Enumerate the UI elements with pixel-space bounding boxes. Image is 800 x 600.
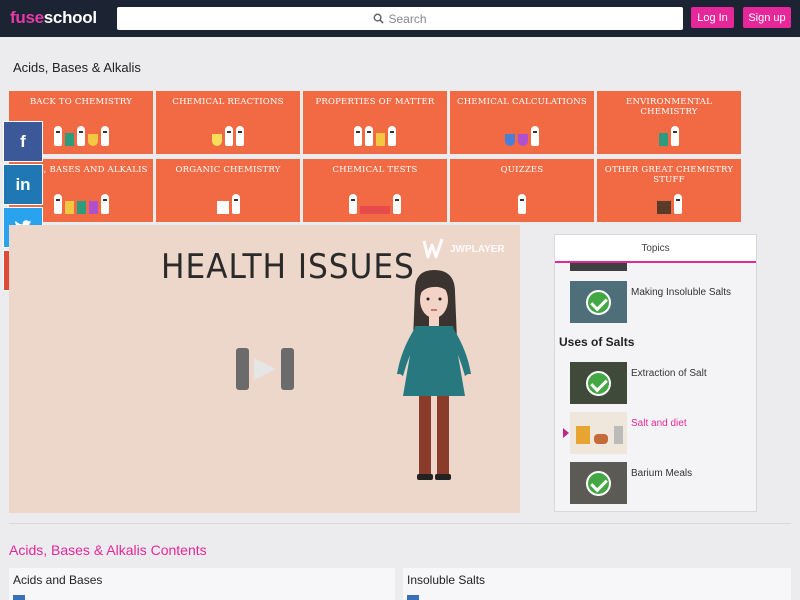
login-button[interactable]: Log In (691, 7, 734, 28)
category-label: Other Great Chemistry Stuff (604, 165, 734, 185)
girl-character-illustration (395, 270, 473, 480)
contents-column-insoluble-salts: Insoluble Salts (403, 568, 791, 600)
topic-item-salt-and-diet[interactable]: Salt and diet (555, 408, 756, 458)
category-label: Properties of Matter (315, 97, 435, 107)
search-placeholder: Search (388, 11, 427, 26)
fuseschool-logo[interactable]: fuseschool (10, 8, 97, 28)
topic-label: Salt and diet (631, 418, 687, 429)
section-divider (9, 523, 791, 524)
category-label: Chemical Calculations (457, 97, 587, 107)
category-label: Environmental Chemistry (626, 97, 712, 117)
linkedin-icon: in (15, 174, 31, 194)
characters-illustration (450, 120, 594, 146)
category-label: Organic Chemistry (175, 165, 281, 175)
topic-thumbnail (570, 412, 627, 454)
completed-check-icon (586, 290, 611, 315)
contents-heading: Acids, Bases & Alkalis Contents (9, 542, 207, 558)
contents-column-heading: Insoluble Salts (407, 573, 486, 587)
video-icon (13, 595, 25, 600)
completed-check-icon (586, 371, 611, 396)
topic-thumbnail (570, 362, 627, 404)
category-label: Back to Chemistry (29, 97, 133, 107)
characters-illustration (303, 120, 447, 146)
signup-button[interactable]: Sign up (743, 7, 791, 28)
characters-illustration (156, 120, 300, 146)
jwplayer-label: JWPLAYER (450, 243, 505, 255)
contents-column-heading: Acids and Bases (13, 573, 103, 587)
category-tile-other-chemistry-stuff[interactable]: Other Great Chemistry Stuff (597, 159, 741, 222)
category-grid: Back to Chemistry Chemical Reactions Pro… (9, 91, 742, 222)
facebook-icon: f (20, 131, 26, 151)
category-tile-environmental-chemistry[interactable]: Environmental Chemistry (597, 91, 741, 154)
character-illustration (450, 188, 594, 214)
category-tile-organic-chemistry[interactable]: Organic Chemistry (156, 159, 300, 222)
category-label: Chemical Reactions (172, 97, 284, 107)
category-tile-chemical-tests[interactable]: Chemical Tests (303, 159, 447, 222)
page-title: Acids, Bases & Alkalis (13, 60, 141, 75)
topics-panel: Topics Making Insoluble Salts Uses of Sa… (554, 234, 757, 512)
video-player[interactable]: HEALTH ISSUES JWPLAYER (9, 225, 520, 513)
jwplayer-logo: JWPLAYER (421, 237, 505, 261)
facebook-share-button[interactable]: f (3, 121, 43, 162)
category-tile-chemical-reactions[interactable]: Chemical Reactions (156, 91, 300, 154)
topic-label: Making Insoluble Salts (631, 287, 732, 298)
topic-label: Extraction of Salt (631, 368, 707, 379)
contents-column-acids-and-bases: Acids and Bases (9, 568, 395, 600)
microscope-illustration (156, 188, 300, 214)
characters-illustration (597, 188, 741, 214)
search-input[interactable]: Search (117, 7, 683, 30)
topic-item-extraction-of-salt[interactable]: Extraction of Salt (555, 358, 756, 408)
topic-label: Barium Meals (631, 468, 693, 479)
characters-illustration (597, 120, 741, 146)
search-icon (374, 13, 385, 24)
play-icon[interactable] (236, 348, 294, 390)
topic-thumbnail (570, 462, 627, 504)
logo-part-school: school (43, 8, 97, 27)
category-tile-chemical-calculations[interactable]: Chemical Calculations (450, 91, 594, 154)
video-icon (407, 595, 419, 600)
category-label: Chemical Tests (332, 165, 418, 175)
list-item-partial (555, 263, 756, 271)
completed-check-icon (586, 471, 611, 496)
logo-part-fuse: fuse (10, 8, 44, 27)
category-label: Quizzes (500, 165, 544, 175)
linkedin-share-button[interactable]: in (3, 164, 43, 205)
salt-diet-thumbnail-art (576, 426, 623, 444)
tab-topics[interactable]: Topics (555, 235, 756, 263)
top-navbar: fuseschool Search Log In Sign up (0, 0, 800, 37)
topic-thumbnail (570, 281, 627, 323)
topics-section-heading: Uses of Salts (559, 335, 635, 349)
current-topic-marker (563, 428, 569, 438)
category-tile-quizzes[interactable]: Quizzes (450, 159, 594, 222)
topic-item-making-insoluble-salts[interactable]: Making Insoluble Salts (555, 277, 756, 327)
video-title-card: HEALTH ISSUES (161, 247, 415, 287)
test-tubes-illustration (303, 188, 447, 214)
jwplayer-icon (422, 238, 444, 259)
topic-item-barium-meals[interactable]: Barium Meals (555, 458, 756, 508)
category-tile-properties-of-matter[interactable]: Properties of Matter (303, 91, 447, 154)
